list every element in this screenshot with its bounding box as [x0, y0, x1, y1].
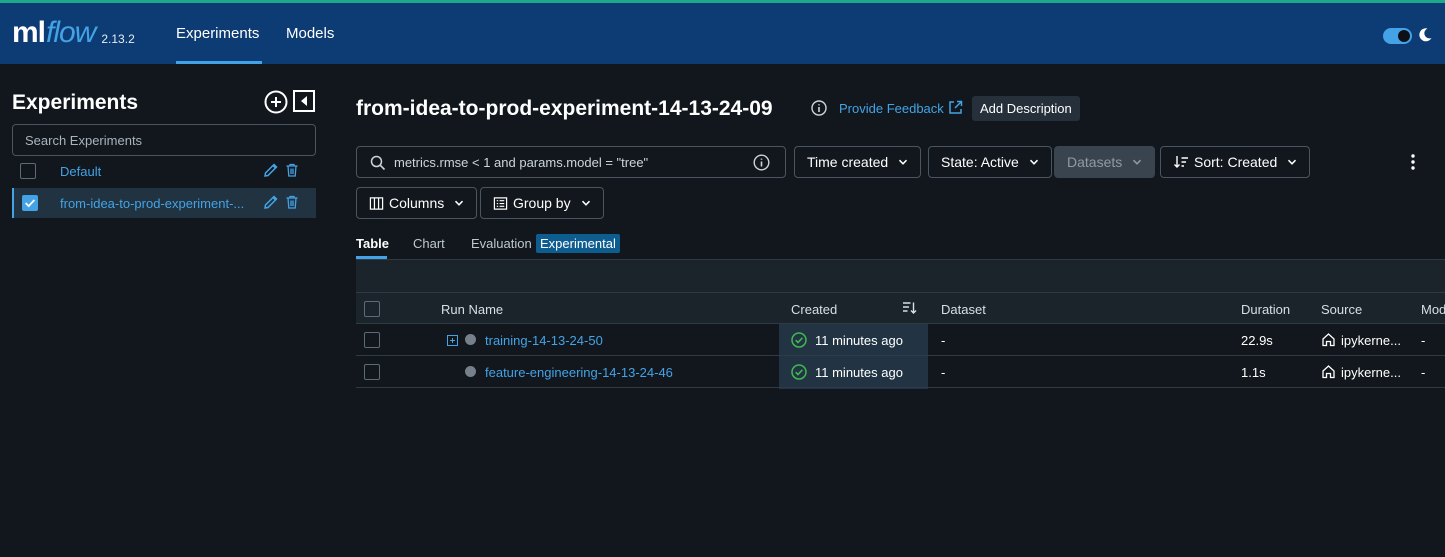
models-cell: -: [1421, 333, 1426, 348]
experiment-checkbox[interactable]: [20, 163, 36, 179]
search-experiments-input[interactable]: [12, 124, 316, 156]
table-row[interactable]: training-14-13-24-50 11 minutes ago - 22…: [356, 324, 1445, 356]
toggle-knob: [1398, 30, 1410, 42]
logo-ml-text: ml: [12, 16, 46, 49]
time-created-dropdown[interactable]: Time created: [794, 146, 922, 178]
notebook-source-icon: [1322, 365, 1335, 379]
source-cell[interactable]: ipykerne...: [1341, 365, 1401, 380]
success-check-icon: [791, 364, 807, 380]
column-header-duration[interactable]: Duration: [1241, 302, 1290, 317]
columns-dropdown[interactable]: Columns: [356, 187, 478, 219]
select-all-checkbox[interactable]: [364, 301, 380, 317]
created-cell: 11 minutes ago: [815, 333, 903, 348]
sort-descending-icon[interactable]: [902, 300, 917, 315]
sort-dropdown[interactable]: Sort: Created: [1160, 146, 1311, 178]
add-experiment-icon[interactable]: [264, 90, 288, 114]
duration-cell: 1.1s: [1241, 365, 1266, 380]
edit-icon[interactable]: [263, 194, 279, 210]
external-link-icon[interactable]: [948, 100, 963, 115]
chevron-down-icon: [1288, 159, 1297, 165]
state-label: State: Active: [941, 154, 1019, 170]
provide-feedback-link[interactable]: Provide Feedback: [839, 101, 944, 116]
runs-table: Run Name Created Dataset Duration Source…: [356, 259, 1445, 389]
group-by-label: Group by: [513, 195, 571, 211]
experiment-name-link[interactable]: from-idea-to-prod-experiment-...: [60, 196, 244, 211]
collapse-sidebar-icon[interactable]: [293, 90, 315, 112]
sidebar-title: Experiments: [12, 91, 139, 114]
notebook-source-icon: [1322, 333, 1335, 347]
column-header-created[interactable]: Created: [791, 302, 837, 317]
sort-icon: [1174, 156, 1188, 168]
sidebar-item-default[interactable]: Default: [12, 156, 316, 186]
filter-query-text[interactable]: metrics.rmse < 1 and params.model = "tre…: [394, 155, 648, 170]
tab-table[interactable]: Table: [356, 236, 389, 251]
version-label: 2.13.2: [101, 32, 135, 46]
expand-row-icon[interactable]: [447, 335, 458, 346]
more-options-icon[interactable]: [1405, 152, 1421, 172]
chevron-down-icon: [1133, 159, 1142, 165]
mlflow-logo[interactable]: ml flow 2.13.2: [12, 10, 135, 50]
logo-flow-text: flow: [46, 16, 96, 49]
sidebar-item-from-idea-to-prod[interactable]: from-idea-to-prod-experiment-...: [12, 188, 316, 218]
page-title: from-idea-to-prod-experiment-14-13-24-09: [356, 97, 773, 120]
run-name-link[interactable]: feature-engineering-14-13-24-46: [485, 365, 673, 380]
source-cell[interactable]: ipykerne...: [1341, 333, 1401, 348]
table-header: Run Name Created Dataset Duration Source…: [356, 292, 1445, 324]
duration-cell: 22.9s: [1241, 333, 1273, 348]
created-cell: 11 minutes ago: [815, 365, 903, 380]
experimental-badge: Experimental: [536, 234, 620, 253]
datasets-dropdown[interactable]: Datasets: [1054, 146, 1156, 178]
nav-experiments[interactable]: Experiments: [176, 3, 259, 64]
run-color-dot[interactable]: [465, 366, 476, 377]
run-name-link[interactable]: training-14-13-24-50: [485, 333, 603, 348]
add-description-button[interactable]: Add Description: [972, 96, 1080, 121]
tab-evaluation[interactable]: Evaluation: [471, 236, 532, 251]
table-toolbar: [356, 259, 1445, 292]
group-by-icon: [493, 196, 508, 210]
tab-chart[interactable]: Chart: [413, 236, 445, 251]
experiment-checkbox-checked[interactable]: [22, 195, 38, 211]
row-checkbox[interactable]: [364, 364, 380, 380]
theme-toggle[interactable]: [1383, 28, 1412, 44]
info-icon[interactable]: [753, 154, 770, 171]
moon-icon: [1419, 28, 1432, 42]
chevron-down-icon: [899, 159, 908, 165]
edit-icon[interactable]: [263, 162, 279, 178]
nav-models[interactable]: Models: [286, 3, 334, 64]
run-filter-input[interactable]: metrics.rmse < 1 and params.model = "tre…: [356, 146, 786, 178]
dataset-cell: -: [941, 365, 946, 380]
column-header-models[interactable]: Mod: [1421, 302, 1445, 317]
checkmark-icon: [25, 199, 36, 208]
datasets-label: Datasets: [1067, 154, 1123, 170]
state-dropdown[interactable]: State: Active: [928, 146, 1052, 178]
table-row[interactable]: feature-engineering-14-13-24-46 11 minut…: [356, 356, 1445, 388]
chevron-down-icon: [581, 200, 590, 206]
chevron-down-icon: [455, 200, 464, 206]
row-checkbox[interactable]: [364, 332, 380, 348]
delete-icon[interactable]: [285, 163, 299, 177]
group-by-dropdown[interactable]: Group by: [480, 187, 604, 219]
chevron-down-icon: [1029, 159, 1038, 165]
success-check-icon: [791, 332, 807, 348]
columns-label: Columns: [389, 195, 445, 211]
column-header-source[interactable]: Source: [1321, 302, 1362, 317]
run-color-dot[interactable]: [465, 334, 476, 345]
columns-icon: [369, 196, 384, 210]
column-header-run-name[interactable]: Run Name: [441, 302, 503, 317]
info-icon[interactable]: [811, 100, 827, 116]
time-created-label: Time created: [807, 154, 889, 170]
models-cell: -: [1421, 365, 1426, 380]
experiment-name-link[interactable]: Default: [60, 164, 101, 179]
sort-label: Sort: Created: [1194, 154, 1278, 170]
dataset-cell: -: [941, 333, 946, 348]
delete-icon[interactable]: [285, 195, 299, 209]
column-header-dataset[interactable]: Dataset: [941, 302, 986, 317]
search-icon: [370, 155, 386, 171]
